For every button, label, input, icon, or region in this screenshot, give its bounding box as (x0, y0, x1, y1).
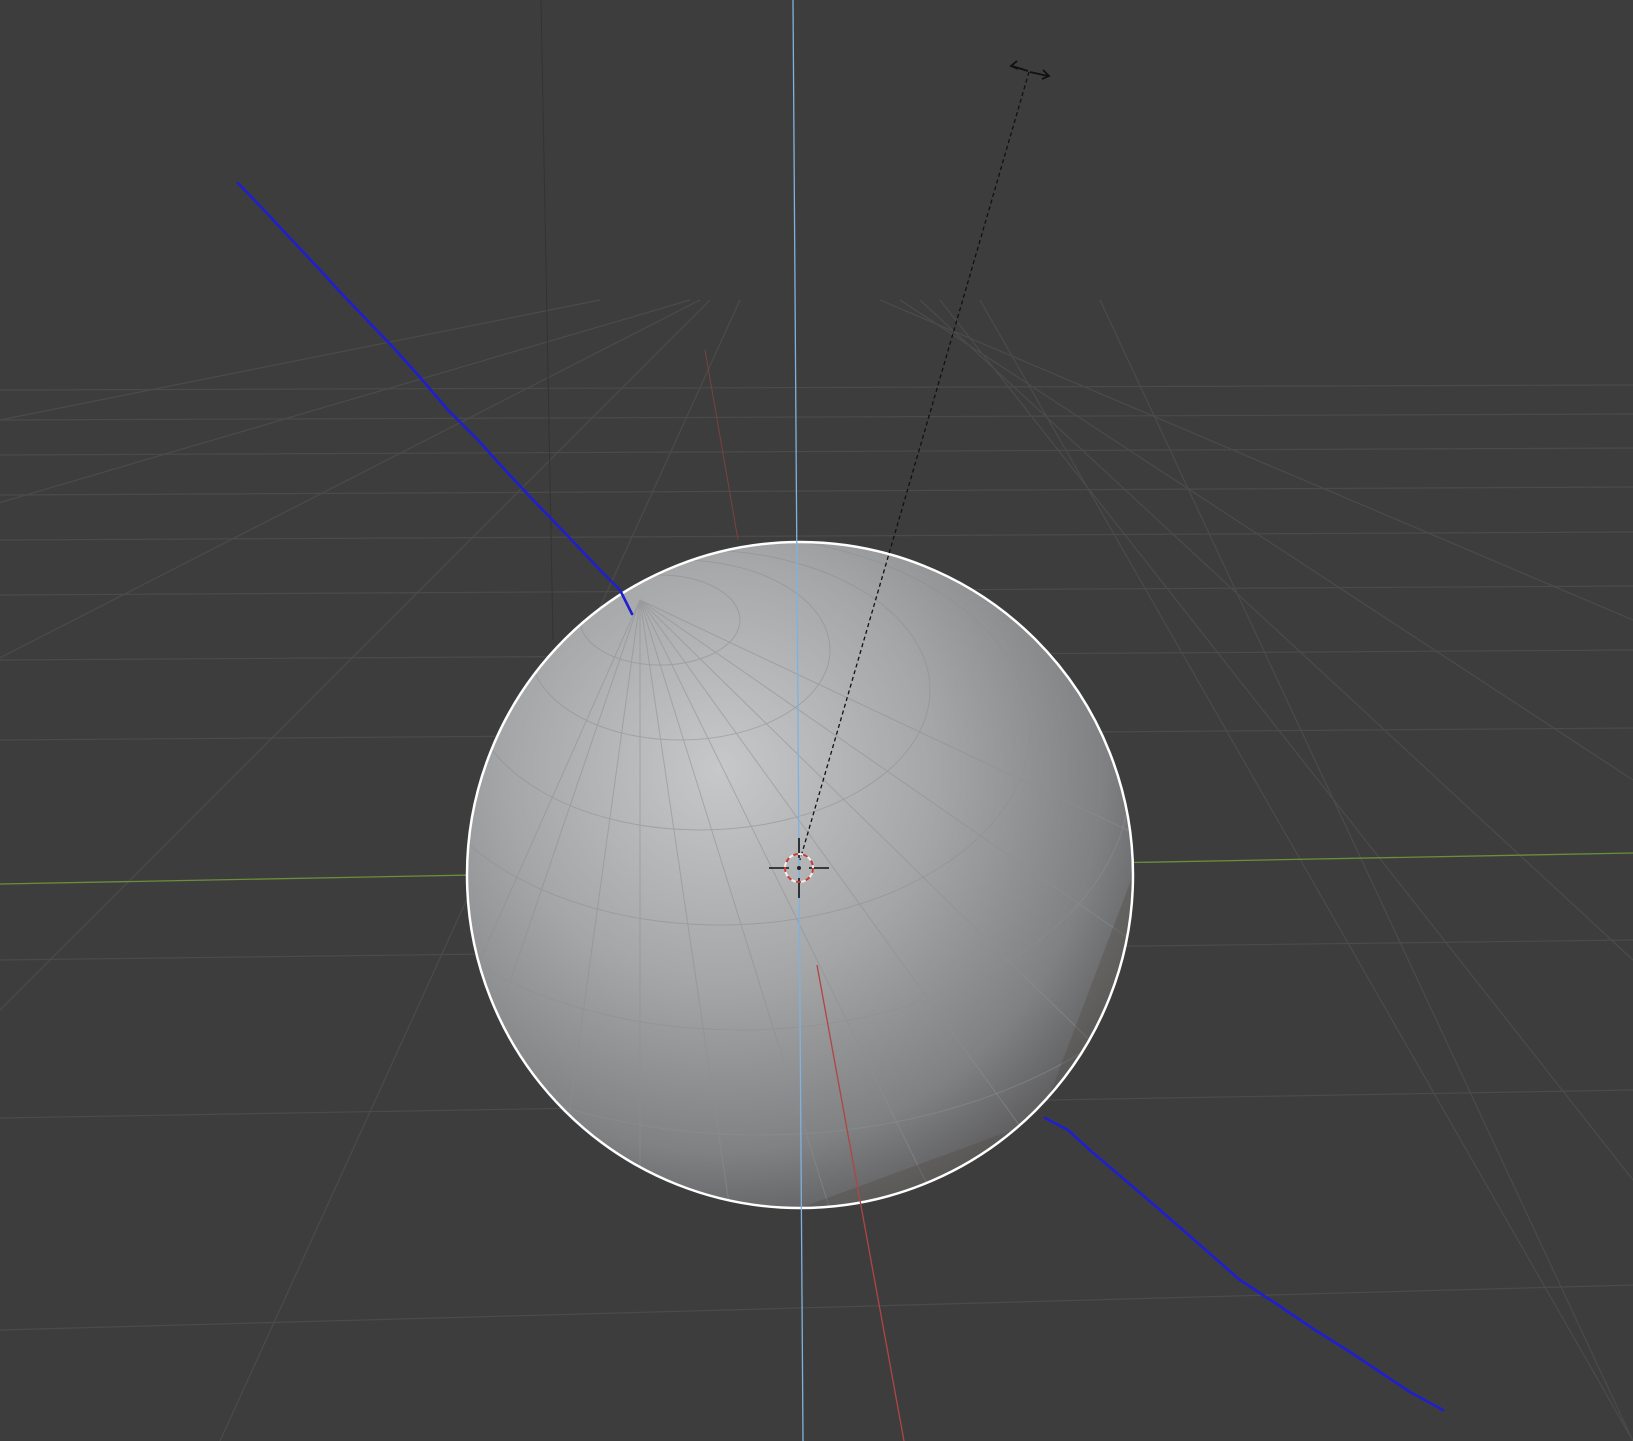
viewport-canvas[interactable] (0, 0, 1633, 1441)
x-axis-line-upper (704, 349, 739, 541)
3d-viewport[interactable] (0, 0, 1633, 1441)
light-direction-icon[interactable] (1009, 60, 1051, 80)
annotation-stroke-upper (236, 181, 634, 616)
annotation-stroke-lower (1043, 1116, 1445, 1412)
reference-line (540, 0, 554, 641)
